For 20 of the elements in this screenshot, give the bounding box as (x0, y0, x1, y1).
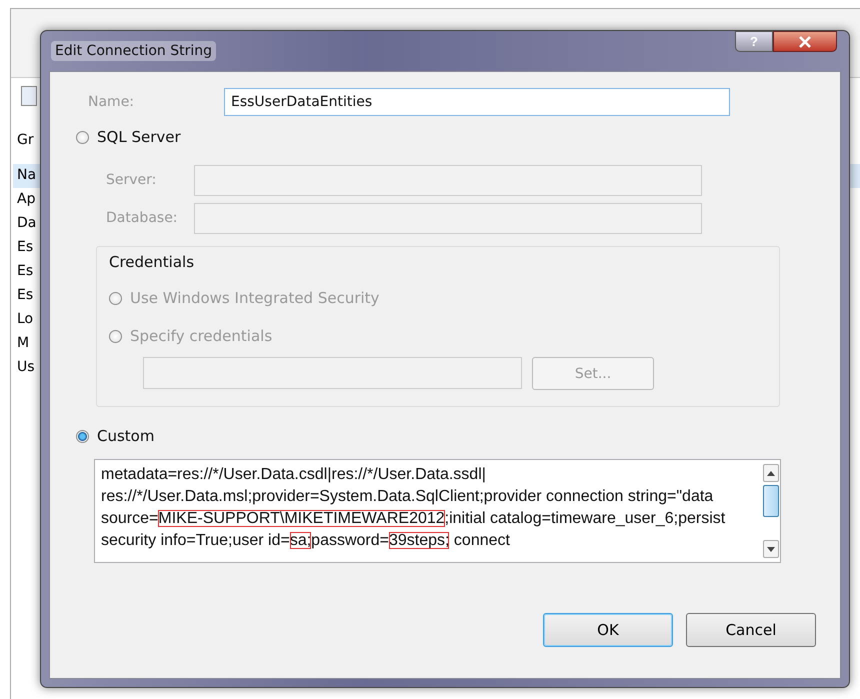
radio-label: Specify credentials (130, 327, 272, 345)
field-label: Name: (88, 94, 136, 110)
radio-label: SQL Server (97, 128, 181, 146)
dialog-button[interactable]: OK (543, 613, 673, 647)
group-title: Credentials (108, 253, 196, 271)
close-button[interactable] (773, 31, 837, 52)
radio-label: Use Windows Integrated Security (130, 289, 380, 307)
window-title: Edit Connection String (51, 41, 216, 61)
document-icon (21, 86, 37, 106)
close-icon (798, 36, 812, 48)
scroll-up-icon[interactable] (763, 464, 779, 482)
field-label: Server: (106, 172, 158, 188)
field-label: Database: (106, 210, 179, 226)
radio-label: Custom (97, 427, 154, 445)
connection-string-field[interactable]: metadata=res://*/User.Data.csdl|res://*/User.Data.ssdl| res://*/User.Data.msl;provider=System.Data.SqlClient;provider connection string="data source=MIKE-SUPPORT\MIKETIMEWARE2012;initial catalog=timeware_user_6;persist security info=True;user id=sa;password=39steps; connect (94, 459, 781, 563)
radio-button[interactable] (76, 430, 89, 442)
scroll-down-icon[interactable] (763, 540, 779, 558)
dialog-button[interactable]: Cancel (686, 613, 816, 647)
name-field[interactable]: EssUserDataEntities (224, 88, 730, 116)
scroll-thumb[interactable] (763, 485, 779, 517)
